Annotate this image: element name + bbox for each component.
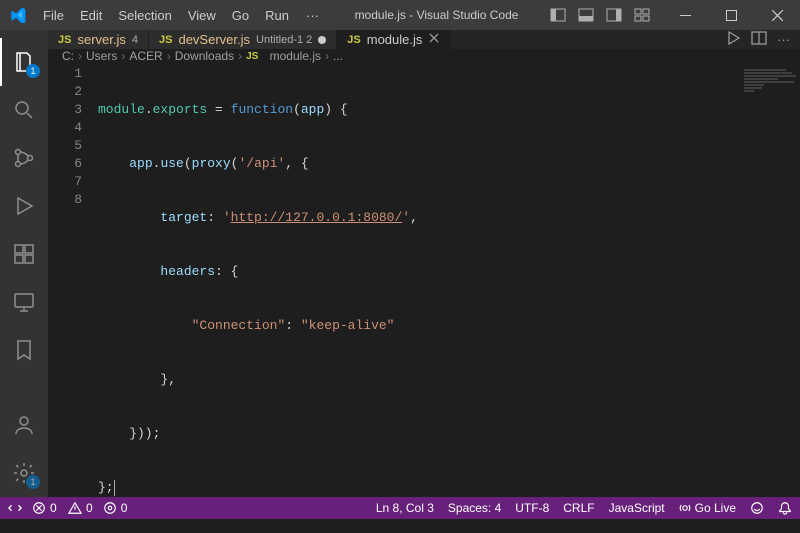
menu-edit[interactable]: Edit xyxy=(73,4,109,27)
settings-icon[interactable]: 1 xyxy=(0,449,48,497)
code-editor[interactable]: 1 2 3 4 5 6 7 8 module.exports = functio… xyxy=(48,63,800,533)
settings-badge: 1 xyxy=(26,475,40,489)
search-icon[interactable] xyxy=(0,86,48,134)
tab-server-js[interactable]: JS server.js 4 xyxy=(48,30,149,49)
notifications-icon[interactable] xyxy=(778,501,792,515)
layout-panel-icon[interactable] xyxy=(574,3,598,27)
ports-status[interactable]: 0 xyxy=(103,501,128,515)
customize-layout-icon[interactable] xyxy=(630,3,654,27)
line-gutter: 1 2 3 4 5 6 7 8 xyxy=(48,63,98,533)
problems-status[interactable]: 0 0 xyxy=(32,501,93,515)
code-content[interactable]: module.exports = function(app) { app.use… xyxy=(98,63,800,533)
close-button[interactable] xyxy=(754,0,800,30)
tab-devserver-js[interactable]: JS devServer.js Untitled-1 2 xyxy=(149,30,337,49)
eol-status[interactable]: CRLF xyxy=(563,501,594,515)
remote-explorer-icon[interactable] xyxy=(0,278,48,326)
vscode-icon xyxy=(10,7,26,23)
encoding-status[interactable]: UTF-8 xyxy=(515,501,549,515)
js-file-icon: JS xyxy=(347,34,360,46)
tab-label: module.js xyxy=(367,32,423,47)
split-editor-icon[interactable] xyxy=(751,30,767,49)
bc-drive[interactable]: C: xyxy=(62,49,74,63)
close-icon[interactable] xyxy=(428,32,440,47)
window-title: module.js - Visual Studio Code xyxy=(327,8,546,22)
bc-tail[interactable]: ... xyxy=(333,49,343,63)
layout-sidebar-right-icon[interactable] xyxy=(602,3,626,27)
minimap[interactable] xyxy=(740,63,800,533)
menu-selection[interactable]: Selection xyxy=(111,4,178,27)
menu-file[interactable]: File xyxy=(36,4,71,27)
breadcrumb[interactable]: C:› Users› ACER› Downloads› JS module.js… xyxy=(48,49,800,63)
tab-label: server.js xyxy=(77,32,125,47)
js-file-icon: JS xyxy=(246,51,258,62)
layout-sidebar-left-icon[interactable] xyxy=(546,3,570,27)
tab-aux: Untitled-1 2 xyxy=(256,34,312,46)
js-file-icon: JS xyxy=(159,34,172,46)
go-live-button[interactable]: Go Live xyxy=(679,501,736,515)
language-mode[interactable]: JavaScript xyxy=(609,501,665,515)
title-bar: File Edit Selection View Go Run ··· modu… xyxy=(0,0,800,30)
menu-more[interactable]: ··· xyxy=(298,4,327,27)
run-debug-icon[interactable] xyxy=(0,182,48,230)
explorer-badge: 1 xyxy=(26,64,40,78)
js-file-icon: JS xyxy=(58,34,71,46)
bc-downloads[interactable]: Downloads xyxy=(175,49,234,63)
remote-indicator[interactable] xyxy=(8,501,22,515)
tab-aux: 4 xyxy=(132,34,138,46)
menu-view[interactable]: View xyxy=(181,4,223,27)
accounts-icon[interactable] xyxy=(0,401,48,449)
maximize-button[interactable] xyxy=(708,0,754,30)
dirty-indicator-icon xyxy=(318,36,326,44)
more-actions-icon[interactable]: ··· xyxy=(777,32,790,47)
feedback-icon[interactable] xyxy=(750,501,764,515)
menu-go[interactable]: Go xyxy=(225,4,256,27)
status-bar: 0 0 0 Ln 8, Col 3 Spaces: 4 UTF-8 CRLF J… xyxy=(0,497,800,519)
bookmarks-icon[interactable] xyxy=(0,326,48,374)
explorer-icon[interactable]: 1 xyxy=(0,38,48,86)
minimize-button[interactable] xyxy=(662,0,708,30)
indentation-status[interactable]: Spaces: 4 xyxy=(448,501,501,515)
menu-bar: File Edit Selection View Go Run ··· xyxy=(36,4,327,27)
source-control-icon[interactable] xyxy=(0,134,48,182)
text-cursor xyxy=(114,480,115,496)
editor-area: JS server.js 4 JS devServer.js Untitled-… xyxy=(48,30,800,497)
bc-acer[interactable]: ACER xyxy=(129,49,162,63)
bc-file[interactable]: JS module.js xyxy=(246,49,321,63)
tab-label: devServer.js xyxy=(178,32,250,47)
tab-module-js[interactable]: JS module.js xyxy=(337,30,451,49)
bc-users[interactable]: Users xyxy=(86,49,117,63)
tab-bar: JS server.js 4 JS devServer.js Untitled-… xyxy=(48,30,800,49)
run-icon[interactable] xyxy=(725,30,741,49)
cursor-position[interactable]: Ln 8, Col 3 xyxy=(376,501,434,515)
extensions-icon[interactable] xyxy=(0,230,48,278)
menu-run[interactable]: Run xyxy=(258,4,296,27)
activity-bar: 1 1 xyxy=(0,30,48,497)
